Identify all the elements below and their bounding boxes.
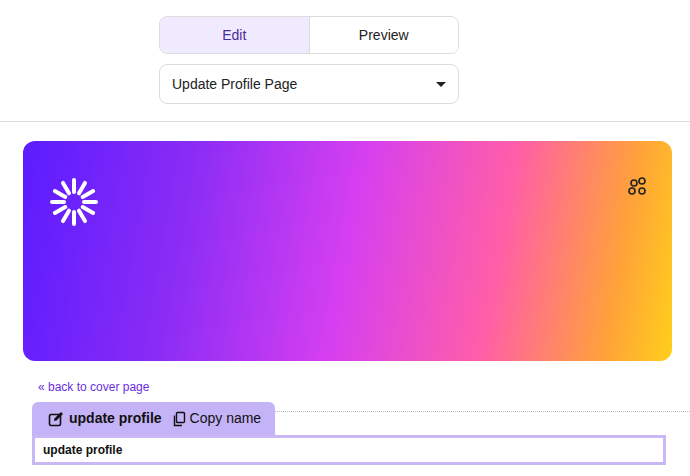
copy-icon [172, 411, 186, 427]
sunburst-logo-icon [47, 175, 101, 229]
brand-logo-icon [626, 175, 650, 199]
mode-toggle: EditPreview [159, 16, 459, 54]
block-name-text: update profile [69, 408, 162, 429]
block-tab: update profile Copy name [32, 402, 275, 435]
top-controls: EditPreview Update Profile Page [0, 0, 690, 104]
copy-name-text: Copy name [190, 408, 262, 429]
block-name[interactable]: update profile [48, 408, 162, 429]
block-content[interactable]: update profile [32, 435, 666, 465]
caret-icon [436, 82, 446, 87]
mode-tab[interactable]: Edit [160, 17, 309, 53]
page-select-value: Update Profile Page [172, 74, 297, 95]
block-header: update profile Copy name [0, 402, 690, 435]
page-select[interactable]: Update Profile Page [159, 64, 459, 104]
copy-name-button[interactable]: Copy name [172, 408, 262, 429]
dotted-line [275, 402, 690, 412]
edit-icon [48, 411, 64, 427]
page: EditPreview Update Profile Page « back to … [0, 0, 690, 465]
divider [0, 121, 690, 122]
mode-tab[interactable]: Preview [309, 17, 459, 53]
banner-image [23, 141, 672, 361]
back-link[interactable]: « back to cover page [38, 378, 149, 396]
